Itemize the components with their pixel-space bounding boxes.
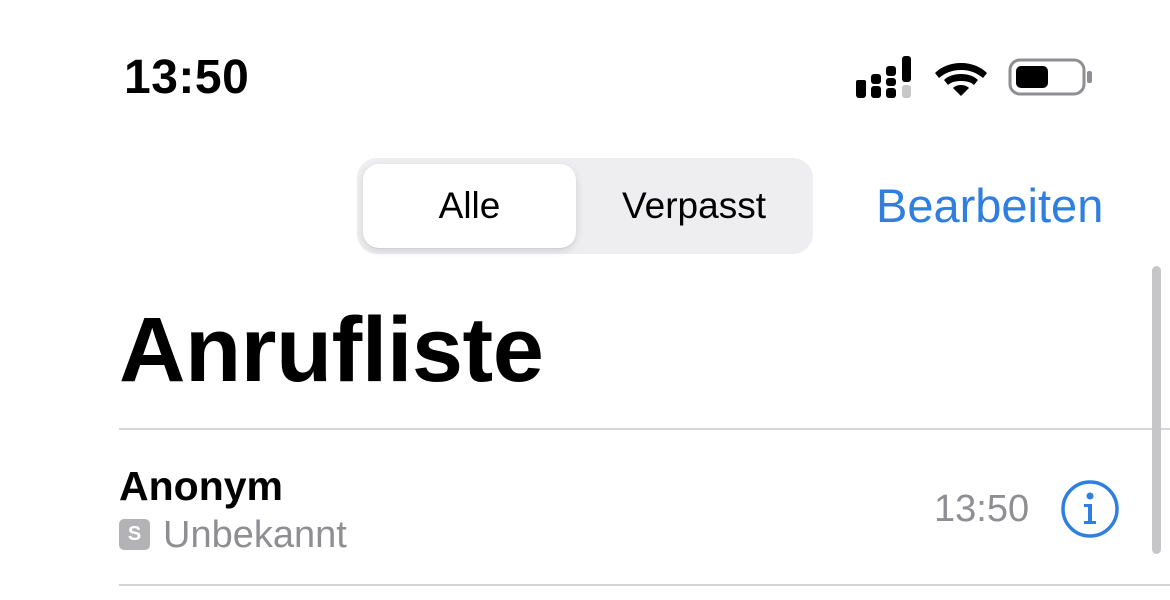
call-time: 13:50: [934, 488, 1030, 530]
status-time: 13:50: [124, 51, 250, 104]
page-title: Anrufliste: [119, 299, 544, 401]
calls-filter-segmented-control: Alle Verpasst: [357, 158, 813, 254]
list-row-divider: [119, 584, 1170, 586]
segment-all[interactable]: Alle: [363, 164, 576, 248]
battery-icon: [1008, 58, 1092, 96]
cellular-signal-icon: [856, 56, 911, 98]
recents-screen: 13:50 Alle Verpasst Bearbeiten Anruflist…: [0, 0, 1170, 600]
call-list-item[interactable]: Anonym S Unbekannt 13:50: [0, 430, 1170, 584]
segment-missed[interactable]: Verpasst: [581, 164, 807, 248]
caller-name: Anonym: [119, 463, 283, 509]
edit-button[interactable]: Bearbeiten: [876, 178, 1103, 234]
wifi-icon: [935, 63, 987, 96]
sim-badge: S: [119, 519, 150, 550]
info-icon[interactable]: [1060, 479, 1120, 539]
caller-type: Unbekannt: [163, 514, 347, 556]
